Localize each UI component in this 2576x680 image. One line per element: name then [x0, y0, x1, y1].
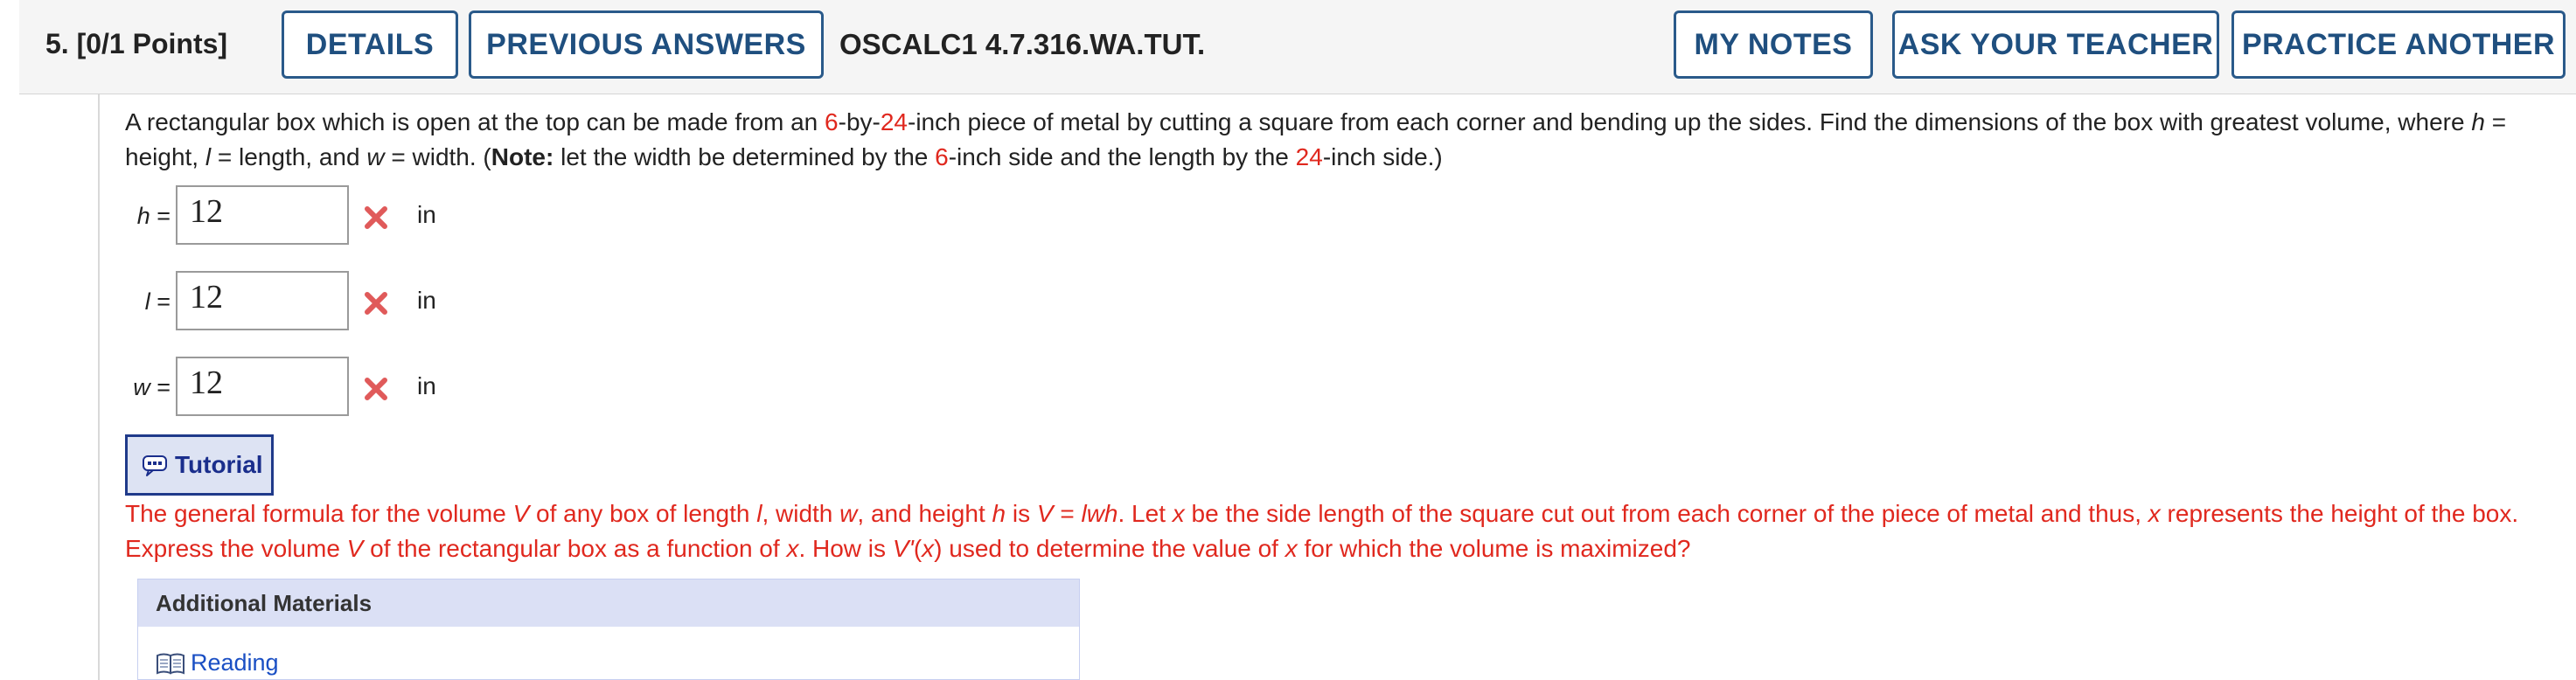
incorrect-x-icon — [365, 292, 387, 315]
answer-label: l = — [144, 288, 171, 315]
unit-label: in — [417, 201, 436, 228]
question-text: A rectangular box which is open at the t… — [125, 108, 2507, 170]
ask-your-teacher-button[interactable]: ASK YOUR TEACHER — [1892, 10, 2219, 79]
calculator-chat-icon — [143, 455, 167, 476]
answer-label: w = — [133, 374, 171, 400]
question-points: [0/1 Points] — [76, 28, 228, 59]
additional-materials-title: Additional Materials — [138, 579, 1079, 627]
incorrect-x-icon — [365, 378, 387, 400]
details-button[interactable]: DETAILS — [282, 10, 458, 79]
tutorial-button[interactable]: Tutorial — [125, 434, 274, 496]
content-left-border — [98, 94, 100, 680]
question-header: 5. [0/1 Points] DETAILS PREVIOUS ANSWERS… — [19, 0, 2576, 94]
previous-answers-button[interactable]: PREVIOUS ANSWERS — [469, 10, 824, 79]
assignment-code: OSCALC1 4.7.316.WA.TUT. — [839, 28, 1206, 60]
length-input[interactable]: 12 — [176, 271, 349, 330]
question-title: 5. [0/1 Points] — [45, 28, 227, 60]
incorrect-x-icon — [365, 206, 387, 229]
book-icon — [157, 653, 184, 675]
additional-materials-panel: Additional Materials Reading — [137, 579, 1080, 680]
unit-label: in — [417, 372, 436, 399]
reading-label: Reading — [191, 649, 279, 676]
unit-label: in — [417, 287, 436, 314]
height-input[interactable]: 12 — [176, 185, 349, 245]
practice-another-button[interactable]: PRACTICE ANOTHER — [2231, 10, 2566, 79]
my-notes-button[interactable]: MY NOTES — [1674, 10, 1873, 79]
answer-label: h = — [136, 203, 171, 229]
reading-link[interactable]: Reading — [156, 649, 279, 677]
tutorial-hint-text: The general formula for the volume V of … — [125, 500, 2519, 562]
question-number: 5. — [45, 28, 69, 59]
tutorial-label: Tutorial — [175, 451, 263, 478]
width-input[interactable]: 12 — [176, 357, 349, 416]
